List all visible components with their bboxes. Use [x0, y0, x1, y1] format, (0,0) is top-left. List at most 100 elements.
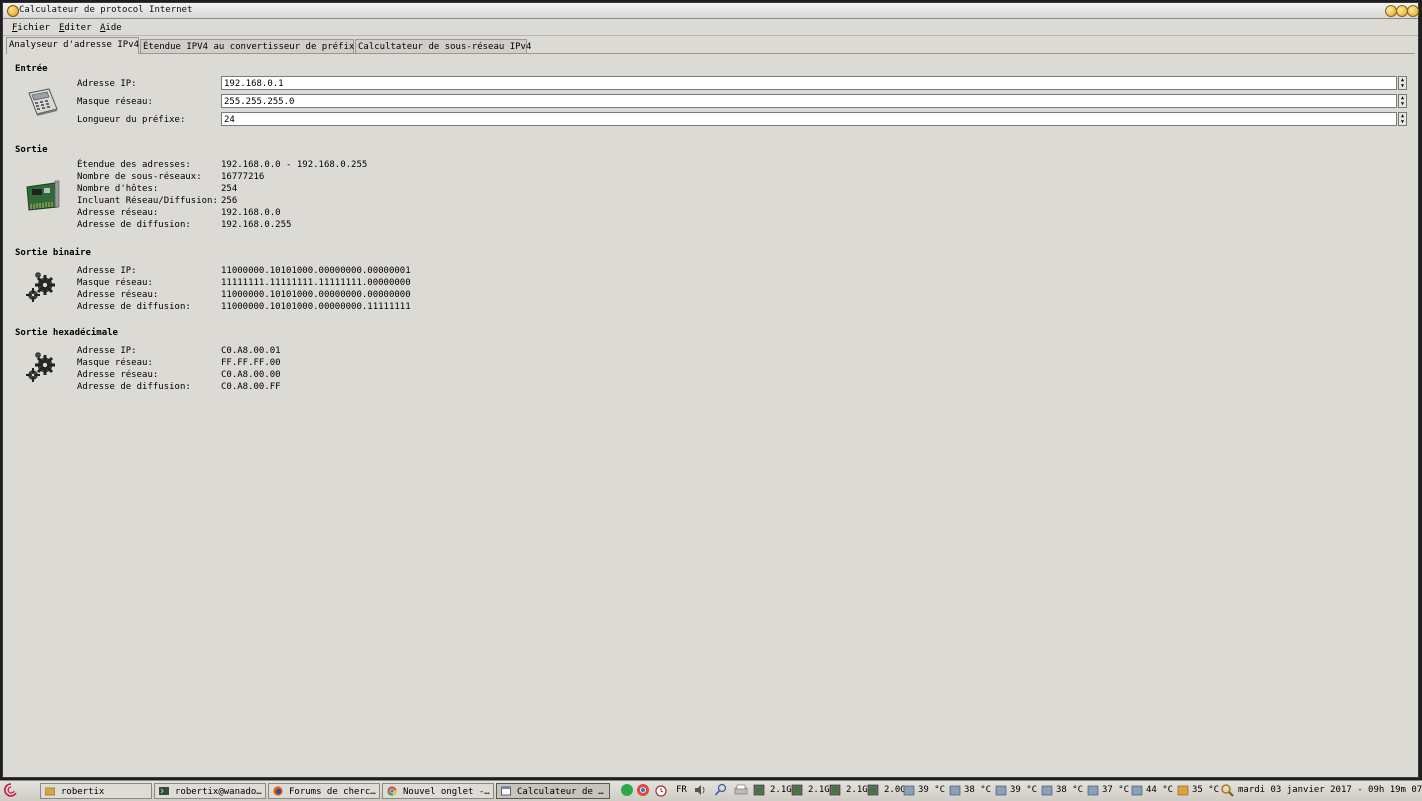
sensor-icon	[903, 785, 915, 796]
binary-row-label: Adresse IP:	[77, 266, 137, 276]
output-row-label: Étendue des adresses:	[77, 160, 191, 170]
chrome-icon	[387, 786, 397, 796]
output-row-value: 192.168.0.255	[221, 220, 292, 230]
hex-row-value: FF.FF.FF.00	[221, 358, 281, 368]
binary-row-value: 11000000.10101000.00000000.11111111	[221, 302, 411, 312]
ip-address-input[interactable]: 192.168.0.1	[221, 76, 1397, 90]
hex-row-label: Masque réseau:	[77, 358, 153, 368]
window-title: Calculateur de protocol Internet	[19, 5, 193, 15]
task-ip-calculator[interactable]: Calculateur de …	[496, 783, 610, 799]
temperature-reading: 35 °C	[1192, 785, 1220, 795]
output-row-value: 256	[221, 196, 238, 206]
firefox-icon	[273, 786, 283, 796]
hex-row-label: Adresse IP:	[77, 346, 137, 356]
debian-menu-icon[interactable]	[4, 783, 18, 797]
network-status-icon[interactable]	[620, 783, 634, 797]
sensor-icon	[1131, 785, 1143, 796]
input-section-title: Entrée	[15, 64, 48, 74]
task-chrome[interactable]: Nouvel onglet -…	[382, 783, 494, 799]
output-row-value: 192.168.0.0	[221, 208, 281, 218]
temperature-reading: 39 °C	[918, 785, 946, 795]
cpu-frequency: 2.1GHz	[846, 785, 868, 795]
prefix-length-spinner[interactable]: ▲ ▼	[1398, 112, 1407, 126]
alarm-clock-icon[interactable]	[654, 783, 668, 797]
calculator-icon	[28, 88, 58, 116]
app-window: Calculateur de protocol Internet Fichier…	[2, 2, 1419, 778]
title-bar[interactable]: Calculateur de protocol Internet	[3, 3, 1419, 19]
cpu-frequency: 2.1GHz	[770, 785, 792, 795]
hex-section-title: Sortie hexadécimale	[15, 328, 118, 338]
volume-icon[interactable]	[693, 783, 707, 797]
hex-row-label: Adresse réseau:	[77, 370, 159, 380]
cpu-frequency: 2.0GHz	[884, 785, 904, 795]
netmask-input[interactable]: 255.255.255.0	[221, 94, 1397, 108]
netmask-spinner[interactable]: ▲ ▼	[1398, 94, 1407, 108]
output-row-label: Incluant Réseau/Diffusion:	[77, 196, 218, 206]
tab-subnet-calculator[interactable]: Calcultateur de sous-réseau IPv4	[355, 39, 531, 53]
menu-fichier[interactable]: Fichier	[12, 23, 50, 33]
menu-aide[interactable]: Aide	[100, 23, 122, 33]
temperature-reading: 38 °C	[1056, 785, 1084, 795]
chrome-tray-icon[interactable]	[636, 783, 650, 797]
sensor-icon	[1087, 785, 1099, 796]
prefix-length-label: Longueur du préfixe:	[77, 115, 186, 125]
task-robertix[interactable]: robertix	[40, 783, 152, 799]
tab-bar: Analyseur d'adresse IPv4 Étendue IPV4 au…	[6, 37, 1415, 54]
terminal-icon	[159, 787, 169, 795]
binary-section-title: Sortie binaire	[15, 248, 91, 258]
ip-address-spinner[interactable]: ▲ ▼	[1398, 76, 1407, 90]
binary-row-value: 11000000.10101000.00000000.00000001	[221, 266, 411, 276]
netmask-label: Masque réseau:	[77, 97, 153, 107]
binary-row-value: 11111111.11111111.11111111.00000000	[221, 278, 411, 288]
temperature-reading: 44 °C	[1146, 785, 1174, 795]
hex-row-label: Adresse de diffusion:	[77, 382, 191, 392]
ip-address-label: Adresse IP:	[77, 79, 137, 89]
binary-row-label: Adresse réseau:	[77, 290, 159, 300]
disk-icon	[1177, 785, 1189, 796]
prefix-length-input[interactable]: 24	[221, 112, 1397, 126]
folder-icon	[45, 787, 55, 796]
tab-ipv4-analyzer[interactable]: Analyseur d'adresse IPv4	[6, 37, 139, 54]
output-section-title: Sortie	[15, 145, 48, 155]
binary-row-label: Masque réseau:	[77, 278, 153, 288]
cpu-frequency: 2.1GHz	[808, 785, 830, 795]
tab-range-to-prefix[interactable]: Étendue IPV4 au convertisseur de préfixe	[140, 39, 360, 53]
printer-icon[interactable]	[734, 783, 748, 797]
cpu-icon	[753, 784, 765, 796]
app-icon[interactable]	[7, 5, 19, 17]
hex-row-value: C0.A8.00.FF	[221, 382, 281, 392]
cpu-icon	[791, 784, 803, 796]
output-row-value: 192.168.0.0 - 192.168.0.255	[221, 160, 368, 170]
temperature-reading: 38 °C	[964, 785, 992, 795]
hex-row-value: C0.A8.00.00	[221, 370, 281, 380]
output-row-value: 254	[221, 184, 238, 194]
sensor-icon	[995, 785, 1007, 796]
close-button[interactable]	[1407, 5, 1419, 17]
hex-row-value: C0.A8.00.01	[221, 346, 281, 356]
temperature-reading: 39 °C	[1010, 785, 1038, 795]
keyboard-layout[interactable]: FR	[676, 785, 687, 795]
binary-row-label: Adresse de diffusion:	[77, 302, 191, 312]
output-row-value: 16777216	[221, 172, 265, 182]
output-row-label: Adresse de diffusion:	[77, 220, 191, 230]
window-icon	[501, 786, 511, 796]
sensor-icon	[1041, 785, 1053, 796]
gears-icon	[26, 272, 55, 302]
cpu-icon	[829, 784, 841, 796]
task-terminal[interactable]: robertix@wanado…	[154, 783, 266, 799]
temperature-reading: 37 °C	[1102, 785, 1130, 795]
output-row-label: Nombre de sous-réseaux:	[77, 172, 202, 182]
menu-bar: Fichier Editer Aide	[3, 19, 1418, 36]
binary-row-value: 11000000.10101000.00000000.00000000	[221, 290, 411, 300]
output-row-label: Adresse réseau:	[77, 208, 159, 218]
cpu-icon	[867, 784, 879, 796]
magnifier-icon[interactable]	[1220, 783, 1234, 797]
gears-icon	[26, 352, 55, 382]
sensor-icon	[949, 785, 961, 796]
search-tool-icon[interactable]	[714, 783, 728, 797]
task-firefox[interactable]: Forums de cherc…	[268, 783, 380, 799]
output-row-label: Nombre d'hôtes:	[77, 184, 159, 194]
taskbar: robertix robertix@wanado… Forums de cher…	[0, 780, 1422, 801]
menu-editer[interactable]: Editer	[59, 23, 92, 33]
clock[interactable]: mardi 03 janvier 2017 - 09h 19m 07s	[1238, 785, 1422, 795]
